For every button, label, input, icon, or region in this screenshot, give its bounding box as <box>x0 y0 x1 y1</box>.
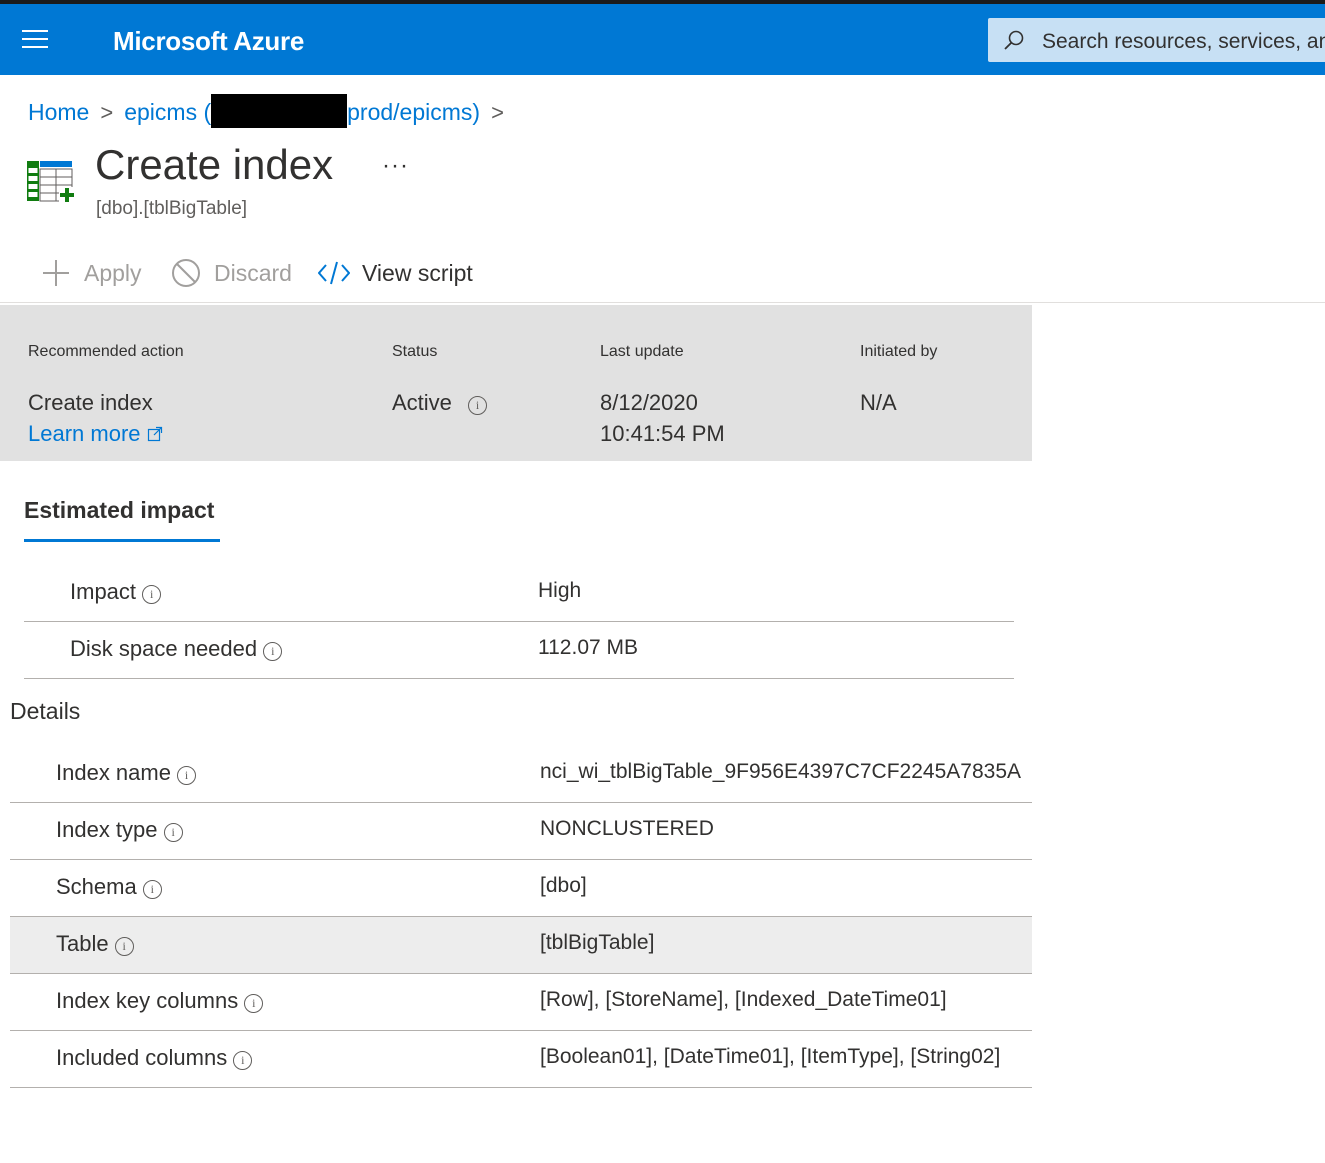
plus-icon <box>40 257 72 289</box>
breadcrumb: Home > epicms ( prod/epicms) > <box>28 94 515 128</box>
info-icon[interactable]: i <box>142 585 162 604</box>
header-initiated-by: Initiated by <box>860 343 938 360</box>
impact-label-cell: Impact i <box>70 579 162 605</box>
impact-label: Impact <box>70 579 137 604</box>
index-type-label-cell: Index type i <box>56 817 183 843</box>
header-last-update: Last update <box>600 343 684 360</box>
details-row-index-type: Index type i NONCLUSTERED <box>10 803 1032 860</box>
info-icon[interactable]: i <box>114 937 134 956</box>
index-name-label-cell: Index name i <box>56 760 197 786</box>
details-row-schema: Schema i [dbo] <box>10 860 1032 917</box>
top-bar: Microsoft Azure Search resources, servic… <box>0 4 1325 75</box>
breadcrumb-resource-prefix: epicms ( <box>124 99 212 125</box>
more-options-icon[interactable]: ··· <box>382 152 409 180</box>
discard-label: Discard <box>214 259 292 286</box>
table-label-cell: Table i <box>56 931 134 957</box>
index-name-value: nci_wi_tblBigTable_9F956E4397C7CF2245A78… <box>540 760 1022 783</box>
disk-space-row: Disk space needed i 112.07 MB <box>24 622 1014 679</box>
included-columns-label: Included columns <box>56 1045 228 1070</box>
info-icon[interactable]: i <box>177 766 197 785</box>
index-key-columns-value: [Row], [StoreName], [Indexed_DateTime01] <box>540 988 947 1011</box>
details-heading: Details <box>10 698 81 724</box>
included-columns-label-cell: Included columns i <box>56 1045 253 1071</box>
status-value: Active <box>392 390 452 415</box>
index-type-label: Index type <box>56 817 158 842</box>
learn-more-link[interactable]: Learn more <box>28 418 163 449</box>
schema-label: Schema <box>56 874 137 899</box>
view-script-label: View script <box>362 259 473 286</box>
breadcrumb-resource-suffix: prod/epicms) <box>347 99 481 125</box>
table-add-icon <box>27 161 75 203</box>
impact-value: High <box>538 579 582 602</box>
circle-slash-icon <box>170 257 202 289</box>
info-icon[interactable]: i <box>233 1051 253 1070</box>
status-cell: Active i <box>392 387 488 418</box>
apply-label: Apply <box>84 259 142 286</box>
info-icon[interactable]: i <box>263 642 283 661</box>
view-script-button[interactable]: View script <box>318 246 473 300</box>
index-key-columns-label: Index key columns <box>56 988 239 1013</box>
info-icon[interactable]: i <box>142 880 162 899</box>
index-name-label: Index name <box>56 760 171 785</box>
chevron-right-icon: > <box>100 100 114 125</box>
details-row-included-columns: Included columns i [Boolean01], [DateTim… <box>10 1031 1032 1088</box>
tab-estimated-impact[interactable]: Estimated impact <box>24 497 214 524</box>
disk-space-label-cell: Disk space needed i <box>70 636 283 662</box>
schema-value: [dbo] <box>540 874 587 897</box>
learn-more-label: Learn more <box>28 421 141 446</box>
header-recommended-action: Recommended action <box>28 343 184 360</box>
breadcrumb-resource[interactable]: epicms ( prod/epicms) <box>124 94 481 128</box>
included-columns-value: [Boolean01], [DateTime01], [ItemType], [… <box>540 1045 1001 1068</box>
search-box[interactable]: Search resources, services, and docs <box>988 18 1325 62</box>
search-icon <box>1004 30 1024 50</box>
impact-row: Impact i High <box>24 565 1014 622</box>
disk-space-value: 112.07 MB <box>538 636 639 659</box>
table-value: [tblBigTable] <box>540 931 655 954</box>
disk-space-label: Disk space needed <box>70 636 258 661</box>
info-icon[interactable]: i <box>468 396 488 415</box>
code-icon <box>318 260 350 286</box>
info-icon[interactable]: i <box>163 823 183 842</box>
apply-button[interactable]: Apply <box>40 246 142 300</box>
chevron-right-icon: > <box>491 100 504 125</box>
schema-label-cell: Schema i <box>56 874 162 900</box>
initiated-by-value: N/A <box>860 390 897 415</box>
command-bar: Apply Discard View script <box>0 246 1325 303</box>
recommended-action-cell: Create index Learn more <box>28 387 163 449</box>
tab-active-indicator <box>24 539 220 542</box>
last-update-cell: 8/12/2020 10:41:54 PM <box>600 387 725 449</box>
search-input[interactable]: Search resources, services, and docs <box>1042 30 1325 54</box>
last-update-date: 8/12/2020 <box>600 390 698 415</box>
details-row-index-name: Index name i nci_wi_tblBigTable_9F956E43… <box>10 746 1032 803</box>
info-icon[interactable]: i <box>244 994 264 1013</box>
last-update-time: 10:41:54 PM <box>600 421 725 446</box>
table-label: Table <box>56 931 109 956</box>
header-status: Status <box>392 343 438 360</box>
page-title: Create index <box>95 141 334 188</box>
recommendation-summary: Recommended action Status Last update In… <box>0 305 1032 461</box>
recommended-action-value: Create index <box>28 390 153 415</box>
breadcrumb-home[interactable]: Home <box>28 99 89 125</box>
details-row-table: Table i [tblBigTable] <box>10 917 1032 974</box>
brand-title[interactable]: Microsoft Azure <box>113 26 304 57</box>
hamburger-menu-icon[interactable] <box>22 30 48 48</box>
index-type-value: NONCLUSTERED <box>540 817 714 840</box>
page-subtitle: [dbo].[tblBigTable] <box>96 198 248 219</box>
details-row-index-key-columns: Index key columns i [Row], [StoreName], … <box>10 974 1032 1031</box>
index-key-columns-label-cell: Index key columns i <box>56 988 264 1014</box>
external-link-icon <box>147 426 162 442</box>
discard-button[interactable]: Discard <box>170 246 292 300</box>
redacted-block <box>211 94 348 128</box>
